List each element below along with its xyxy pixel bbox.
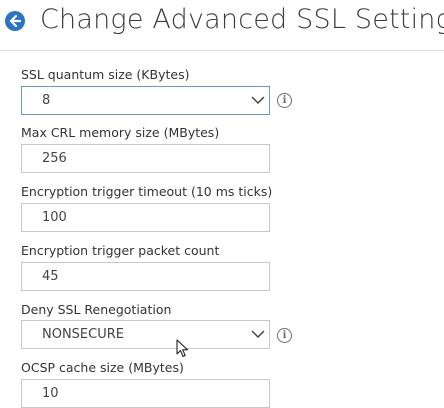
encryption-trigger-packet-count-label: Encryption trigger packet count <box>21 243 220 258</box>
max-crl-memory-value: 256 <box>42 151 67 166</box>
ssl-quantum-size-label: SSL quantum size (KBytes) <box>21 67 190 82</box>
back-arrow-icon <box>9 14 22 28</box>
info-icon[interactable]: i <box>277 93 292 108</box>
ocsp-cache-size-input[interactable]: 10 <box>21 379 270 408</box>
deny-ssl-renegotiation-label: Deny SSL Renegotiation <box>21 302 172 317</box>
encryption-trigger-timeout-label: Encryption trigger timeout (10 ms ticks) <box>21 184 273 199</box>
page-header: Change Advanced SSL Settings <box>0 0 444 51</box>
page-title: Change Advanced SSL Settings <box>40 4 444 35</box>
encryption-trigger-timeout-value: 100 <box>42 210 67 225</box>
encryption-trigger-packet-count-input[interactable]: 45 <box>21 262 270 291</box>
ocsp-cache-size-value: 10 <box>42 386 59 401</box>
chevron-down-icon <box>251 330 265 339</box>
encryption-trigger-timeout-input[interactable]: 100 <box>21 203 270 232</box>
deny-ssl-renegotiation-value: NONSECURE <box>42 327 124 342</box>
ssl-quantum-size-value: 8 <box>42 93 51 108</box>
ocsp-cache-size-label: OCSP cache size (MBytes) <box>21 360 184 375</box>
deny-ssl-renegotiation-select[interactable]: NONSECURE <box>21 320 270 349</box>
info-icon[interactable]: i <box>277 328 292 343</box>
encryption-trigger-packet-count-value: 45 <box>42 269 59 284</box>
ssl-quantum-size-select[interactable]: 8 <box>21 86 270 115</box>
back-button[interactable] <box>5 11 25 31</box>
mouse-pointer-icon <box>176 339 189 358</box>
max-crl-memory-label: Max CRL memory size (MBytes) <box>21 125 220 140</box>
max-crl-memory-input[interactable]: 256 <box>21 144 270 173</box>
chevron-down-icon <box>251 96 265 105</box>
